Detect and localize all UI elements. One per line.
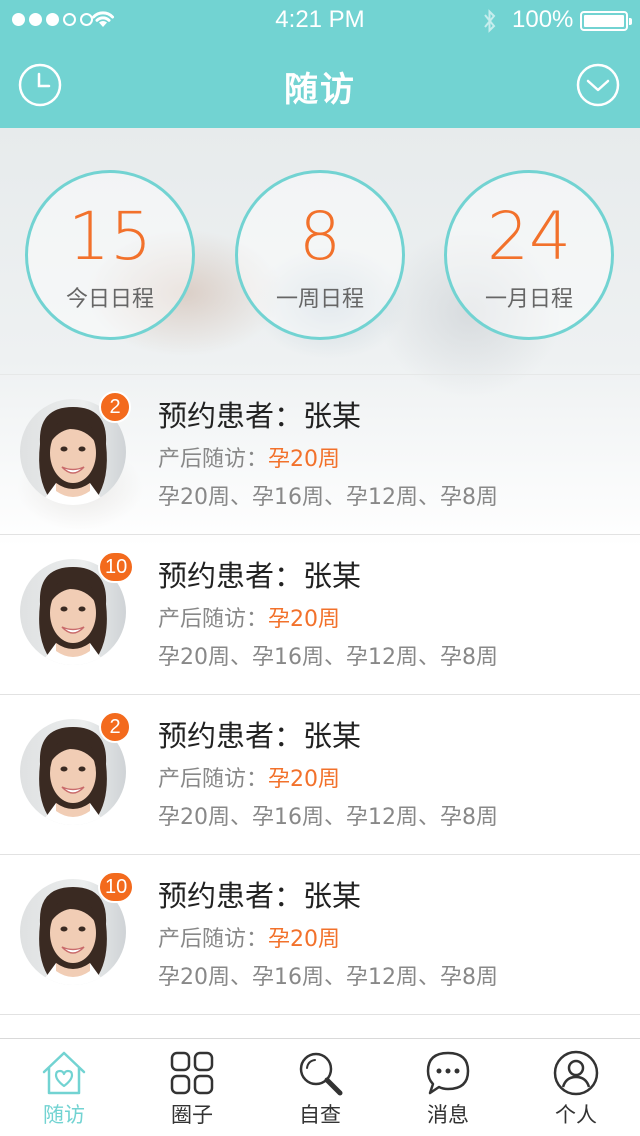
visit-value: 孕20周	[268, 607, 341, 632]
visit-weeks: 孕20周、孕16周、孕12周、孕8周	[158, 805, 498, 830]
patient-name: 预约患者：张某	[158, 399, 362, 433]
chat-bubble-icon	[426, 1051, 470, 1095]
visit-label: 产后随访：	[158, 927, 269, 952]
patient-name: 预约患者：张某	[158, 719, 362, 753]
patient-name: 预约患者：张某	[158, 559, 362, 593]
patient-name: 预约患者：张某	[158, 879, 362, 913]
stat-value: 8	[299, 198, 341, 275]
notification-badge: 2	[99, 391, 131, 423]
user-icon	[553, 1050, 599, 1096]
tab-label: 圈子	[171, 1103, 213, 1127]
grid-icon	[170, 1051, 214, 1095]
stat-value: 15	[68, 198, 152, 275]
stat-label: 一月日程	[484, 287, 573, 312]
visit-weeks: 孕20周、孕16周、孕12周、孕8周	[158, 645, 498, 670]
battery-icon	[580, 11, 632, 31]
chevron-down-circle-icon[interactable]	[576, 63, 620, 107]
tab-selfcheck[interactable]: 自查	[256, 1039, 384, 1136]
stat-week[interactable]: 8 一周日程	[235, 170, 405, 340]
tab-followup[interactable]: 随访	[0, 1039, 128, 1136]
visit-label: 产后随访：	[158, 447, 269, 472]
tab-label: 随访	[43, 1103, 85, 1127]
visit-info: 产后随访：孕20周	[158, 921, 340, 953]
page-title: 随访	[284, 70, 356, 110]
stat-today[interactable]: 15 今日日程	[25, 170, 195, 340]
visit-weeks: 孕20周、孕16周、孕12周、孕8周	[158, 965, 498, 990]
visit-value: 孕20周	[268, 447, 341, 472]
tab-label: 个人	[555, 1103, 597, 1127]
tab-label: 自查	[299, 1103, 341, 1127]
visit-info: 产后随访：孕20周	[158, 601, 340, 633]
patient-list: 2 预约患者：张某 产后随访：孕20周 孕20周、孕16周、孕12周、孕8周 1…	[0, 374, 640, 1044]
notification-badge: 10	[98, 551, 135, 583]
stat-label: 一周日程	[275, 287, 364, 312]
notification-badge: 2	[99, 711, 131, 743]
visit-value: 孕20周	[268, 927, 341, 952]
list-item[interactable]: 10 预约患者：张某 产后随访：孕20周 孕20周、孕16周、孕12周、孕8周	[0, 534, 640, 694]
tab-label: 消息	[427, 1103, 469, 1127]
notification-badge: 10	[98, 871, 135, 903]
visit-info: 产后随访：孕20周	[158, 761, 340, 793]
header: 4:21 PM 100% 随访	[0, 0, 640, 128]
visit-label: 产后随访：	[158, 767, 269, 792]
visit-value: 孕20周	[268, 767, 341, 792]
list-item[interactable]: 10 预约患者：张某 产后随访：孕20周 孕20周、孕16周、孕12周、孕8周	[0, 854, 640, 1014]
bluetooth-icon	[484, 9, 496, 33]
visit-info: 产后随访：孕20周	[158, 441, 340, 473]
tab-messages[interactable]: 消息	[384, 1039, 512, 1136]
tab-bar: 随访 圈子 自查 消息 个人	[0, 1038, 640, 1136]
stat-value: 24	[487, 198, 571, 275]
list-item[interactable]: 2 预约患者：张某 产后随访：孕20周 孕20周、孕16周、孕12周、孕8周	[0, 694, 640, 854]
home-heart-icon	[42, 1051, 86, 1095]
status-bar: 4:21 PM 100%	[0, 0, 640, 40]
stat-month[interactable]: 24 一月日程	[444, 170, 614, 340]
list-item[interactable]: 2 预约患者：张某 产后随访：孕20周 孕20周、孕16周、孕12周、孕8周	[0, 374, 640, 534]
visit-label: 产后随访：	[158, 607, 269, 632]
visit-weeks: 孕20周、孕16周、孕12周、孕8周	[158, 485, 498, 510]
battery-percent: 100%	[512, 6, 574, 33]
tab-circle[interactable]: 圈子	[128, 1039, 256, 1136]
tab-profile[interactable]: 个人	[512, 1039, 640, 1136]
search-icon	[299, 1052, 343, 1096]
stat-label: 今日日程	[65, 287, 154, 312]
